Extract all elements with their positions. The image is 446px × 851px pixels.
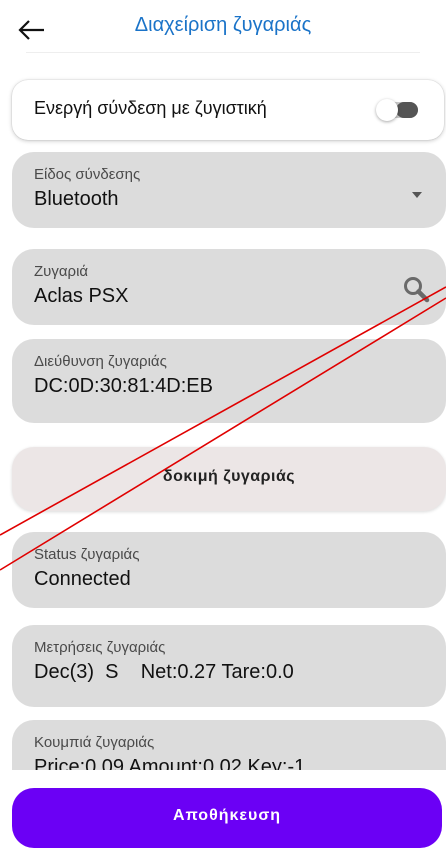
scroll-clip: Κουμπιά ζυγαριάς Price:0.09 Amount:0.02 … <box>0 720 446 770</box>
connection-toggle-card: Ενεργή σύνδεση με ζυγιστική <box>12 80 444 140</box>
scale-status-value: Connected <box>34 568 131 590</box>
connection-type-value: Bluetooth <box>34 188 119 210</box>
header-divider <box>26 52 420 53</box>
test-scale-button-label: δοκιμή ζυγαριάς <box>162 468 296 485</box>
scale-label: Ζυγαριά <box>34 263 89 280</box>
connection-toggle-switch[interactable] <box>376 99 418 121</box>
connection-toggle-label: Ενεργή σύνδεση με ζυγιστική <box>34 98 267 118</box>
chevron-down-icon[interactable] <box>412 192 422 198</box>
test-scale-button[interactable]: δοκιμή ζυγαριάς <box>12 447 446 511</box>
connection-type-select[interactable]: Είδος σύνδεσης Bluetooth <box>12 152 446 228</box>
page-title: Διαχείριση ζυγαριάς <box>134 14 312 36</box>
switch-knob <box>376 99 398 121</box>
scale-buttons-label: Κουμπιά ζυγαριάς <box>34 734 155 751</box>
scale-address-label: Διεύθυνση ζυγαριάς <box>34 353 167 370</box>
scale-measurements-label: Μετρήσεις ζυγαριάς <box>34 639 166 656</box>
scale-status-label: Status ζυγαριάς <box>34 546 140 563</box>
scale-buttons-value: Price:0.09 Amount:0.02 Key:-1 <box>34 756 306 770</box>
scale-address-value: DC:0D:30:81:4D:EB <box>34 375 213 397</box>
switch-track-end <box>396 102 418 118</box>
scale-field[interactable]: Ζυγαριά Aclas PSX <box>12 249 446 325</box>
save-button[interactable]: Αποθήκευση <box>12 788 442 848</box>
scale-status-field: Status ζυγαριάς Connected <box>12 532 446 608</box>
scale-buttons-field: Κουμπιά ζυγαριάς Price:0.09 Amount:0.02 … <box>12 720 446 770</box>
search-icon[interactable] <box>400 273 432 305</box>
scale-measurements-value: Dec(3) S Net:0.27 Tare:0.0 <box>34 661 294 683</box>
connection-type-label: Είδος σύνδεσης <box>34 166 141 183</box>
scale-address-field[interactable]: Διεύθυνση ζυγαριάς DC:0D:30:81:4D:EB <box>12 339 446 423</box>
scale-measurements-field: Μετρήσεις ζυγαριάς Dec(3) S Net:0.27 Tar… <box>12 625 446 707</box>
app-header: Διαχείριση ζυγαριάς <box>0 0 446 62</box>
scale-value: Aclas PSX <box>34 285 129 307</box>
save-button-label: Αποθήκευση <box>172 807 282 824</box>
